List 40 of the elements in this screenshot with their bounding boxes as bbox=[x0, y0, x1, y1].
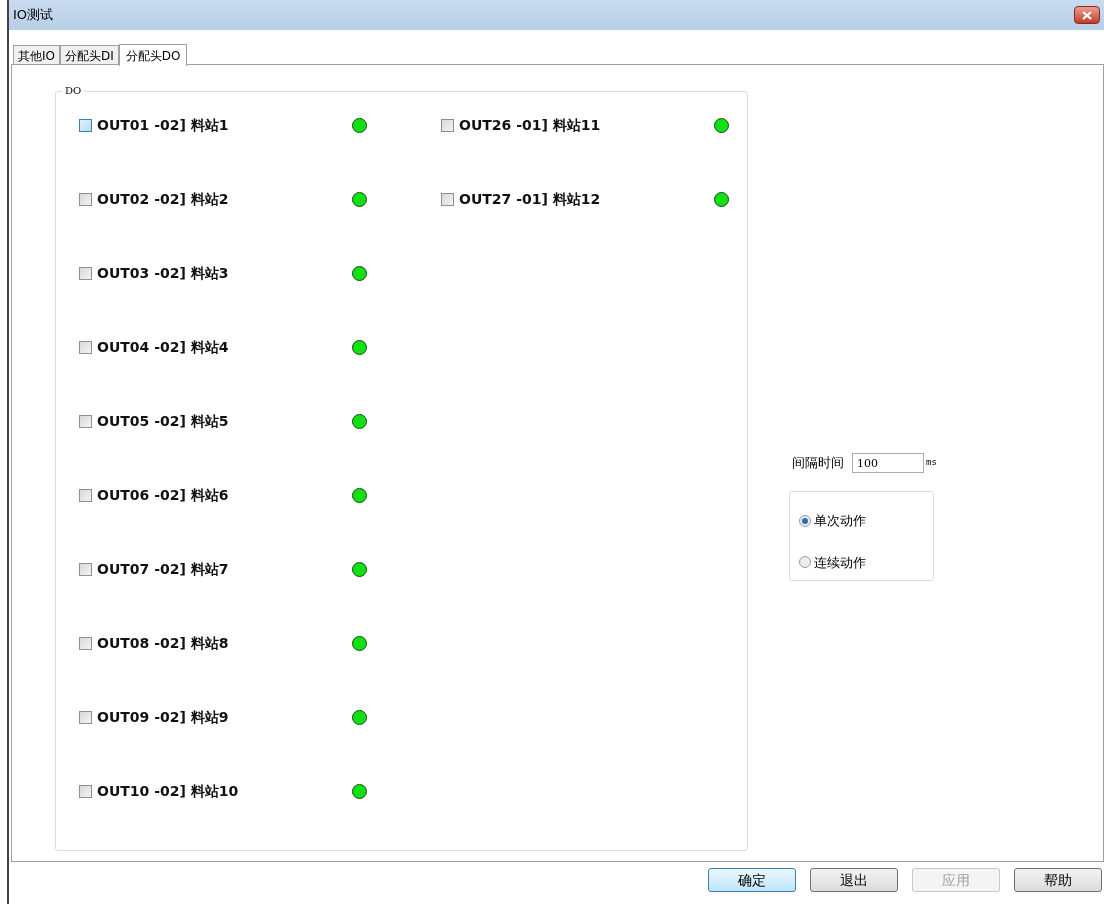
output-label: OUT26 -01] 料站11 bbox=[459, 115, 601, 135]
tab[interactable]: 分配头DO bbox=[118, 44, 188, 66]
checkbox[interactable] bbox=[79, 340, 92, 354]
checkbox[interactable] bbox=[79, 118, 92, 132]
output-label: OUT27 -01] 料站12 bbox=[459, 189, 601, 209]
dialog-button[interactable]: 确定 bbox=[708, 868, 796, 892]
output-label: OUT05 -02] 料站5 bbox=[97, 411, 229, 431]
output-label: OUT09 -02] 料站9 bbox=[97, 707, 229, 727]
output-label: OUT02 -02] 料站2 bbox=[97, 189, 229, 209]
radio-button[interactable] bbox=[799, 556, 811, 569]
dialog-button[interactable]: 帮助 bbox=[1014, 868, 1102, 892]
interval-field[interactable]: 100 bbox=[852, 453, 924, 473]
output-label: OUT10 -02] 料站10 bbox=[97, 781, 239, 801]
checkbox[interactable] bbox=[79, 710, 92, 724]
output-label: OUT06 -02] 料站6 bbox=[97, 485, 229, 505]
checkbox[interactable] bbox=[441, 192, 454, 206]
radio-label: 单次动作 bbox=[814, 512, 866, 530]
radio-label: 连续动作 bbox=[814, 553, 866, 572]
checkbox[interactable] bbox=[79, 488, 92, 502]
checkbox[interactable] bbox=[79, 784, 92, 798]
checkbox[interactable] bbox=[79, 414, 92, 428]
output-label: OUT04 -02] 料站4 bbox=[97, 337, 229, 357]
output-label: OUT08 -02] 料站8 bbox=[97, 633, 229, 653]
interval-label: 间隔时间 bbox=[792, 454, 844, 473]
window-title: IO测试 bbox=[13, 6, 54, 25]
checkbox[interactable] bbox=[441, 118, 454, 132]
output-label: OUT01 -02] 料站1 bbox=[97, 115, 229, 135]
close-button[interactable] bbox=[1074, 6, 1100, 24]
unit-label: ms bbox=[926, 456, 937, 470]
radio-button[interactable] bbox=[799, 514, 811, 527]
output-label: OUT03 -02] 料站3 bbox=[97, 263, 229, 283]
checkbox[interactable] bbox=[79, 562, 92, 576]
checkbox[interactable] bbox=[79, 266, 92, 280]
checkbox[interactable] bbox=[79, 192, 92, 206]
output-label: OUT07 -02] 料站7 bbox=[97, 559, 229, 579]
dialog-button[interactable]: 退出 bbox=[810, 868, 898, 892]
checkbox[interactable] bbox=[79, 636, 92, 650]
tab[interactable]: 其他IO bbox=[13, 45, 60, 65]
close-icon bbox=[1082, 10, 1092, 20]
tab[interactable]: 分配头DI bbox=[60, 45, 119, 65]
